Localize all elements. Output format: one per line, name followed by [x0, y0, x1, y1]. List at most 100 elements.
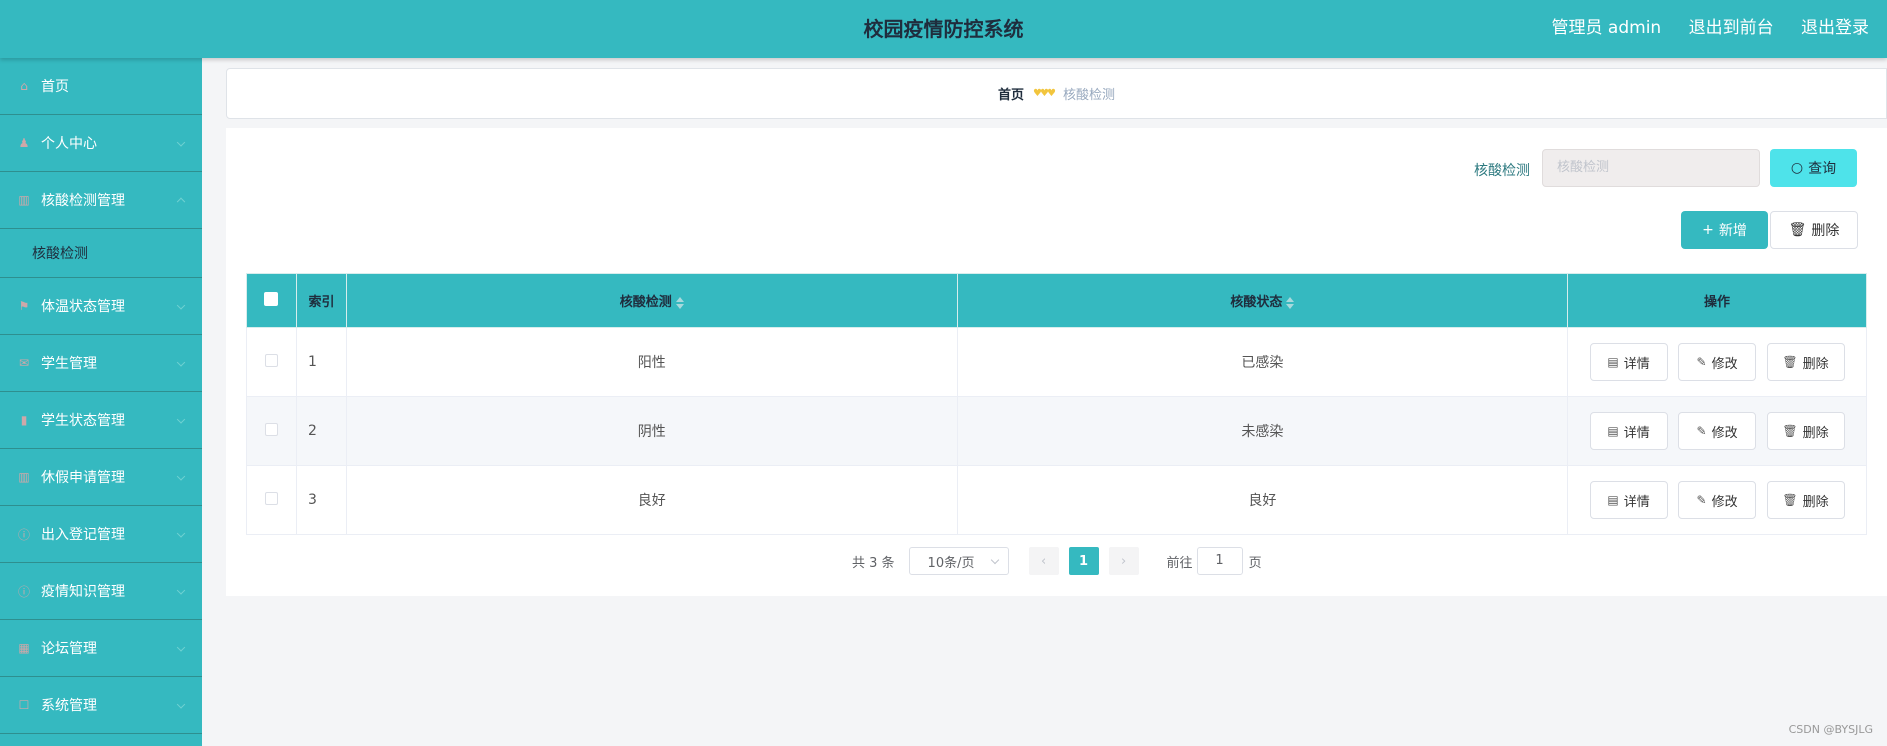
header-status[interactable]: 核酸状态 — [956, 273, 1569, 328]
table-row: 2 阴性 未感染 ▤ 详情 ✎ 修改 🗑 删除 — [246, 396, 1867, 466]
chevron-down-icon — [176, 301, 186, 310]
row-checkbox[interactable] — [264, 491, 278, 505]
delete-button[interactable]: 🗑 删除 — [1766, 481, 1845, 519]
sidebar-item-knowledge-mgmt[interactable]: ⓘ 疫情知识管理 — [0, 563, 202, 620]
document-icon: ▤ — [1607, 355, 1619, 369]
sidebar-item-label: 核酸检测管理 — [41, 193, 125, 209]
detail-button[interactable]: ▤ 详情 — [1589, 343, 1668, 381]
search-label: 核酸检测 — [1474, 163, 1530, 179]
sidebar-item-label: 首页 — [41, 79, 69, 95]
sidebar-item-label: 出入登记管理 — [41, 527, 125, 543]
edit-button[interactable]: ✎ 修改 — [1678, 481, 1757, 519]
sidebar-item-label: 学生管理 — [41, 356, 97, 372]
user-icon: ♟ — [18, 136, 30, 150]
grid-icon: ▦ — [18, 641, 30, 655]
pencil-icon: ✎ — [1696, 424, 1707, 438]
page-number-button[interactable]: 1 — [1068, 547, 1099, 575]
row-index: 3 — [295, 465, 347, 535]
breadcrumb: 首页 ♥♥♥ 核酸检测 — [226, 68, 1887, 119]
chevron-down-icon — [176, 529, 186, 538]
sidebar-item-label: 疫情知识管理 — [41, 584, 125, 600]
trash-icon: 🗑 — [1782, 493, 1798, 507]
select-all-checkbox[interactable] — [264, 291, 279, 306]
pencil-icon: ✎ — [1696, 493, 1707, 507]
next-page-button[interactable]: › — [1108, 547, 1139, 575]
row-status: 良好 — [956, 465, 1569, 535]
trash-icon: 🗑 — [1782, 424, 1798, 438]
header-ops: 操作 — [1567, 273, 1867, 328]
plus-icon: + — [1702, 222, 1714, 238]
sidebar-item-label: 系统管理 — [41, 698, 97, 714]
trash-icon: 🗑 — [1788, 222, 1807, 238]
sidebar-item-profile[interactable]: ♟ 个人中心 — [0, 115, 202, 172]
row-index: 2 — [295, 396, 347, 466]
prev-page-button[interactable]: ‹ — [1028, 547, 1059, 575]
info-icon: ⓘ — [17, 527, 30, 542]
logout-link[interactable]: 退出登录 — [1801, 18, 1869, 38]
bar-chart-icon: ▮ — [20, 413, 28, 427]
info-icon: ⓘ — [17, 584, 30, 599]
chevron-down-icon — [176, 643, 186, 652]
row-test: 良好 — [345, 465, 958, 535]
row-index: 1 — [295, 327, 347, 397]
sidebar-item-student-status-mgmt[interactable]: ▮ 学生状态管理 — [0, 392, 202, 449]
home-icon: ⌂ — [20, 79, 28, 93]
sidebar-item-temperature-mgmt[interactable]: ⚑ 体温状态管理 — [0, 278, 202, 335]
document-icon: ▤ — [1607, 424, 1619, 438]
sidebar-item-student-mgmt[interactable]: ✉ 学生管理 — [0, 335, 202, 392]
chart-icon: ▥ — [18, 193, 30, 207]
edit-button[interactable]: ✎ 修改 — [1678, 343, 1757, 381]
sidebar-item-access-mgmt[interactable]: ⓘ 出入登记管理 — [0, 506, 202, 563]
row-checkbox[interactable] — [264, 422, 278, 436]
batch-delete-button[interactable]: 🗑 删除 — [1770, 211, 1858, 249]
goto-label: 前往 — [1166, 555, 1193, 571]
breadcrumb-home[interactable]: 首页 — [998, 84, 1024, 103]
add-button[interactable]: + 新增 — [1681, 211, 1768, 249]
delete-button[interactable]: 🗑 删除 — [1766, 343, 1845, 381]
table-row: 1 阳性 已感染 ▤ 详情 ✎ 修改 🗑 删除 — [246, 327, 1867, 397]
goto-page-input[interactable]: 1 — [1196, 547, 1243, 575]
chevron-up-icon — [176, 197, 186, 207]
search-icon: ○ — [1790, 160, 1804, 176]
page-size-select[interactable]: 10条/页 — [908, 547, 1009, 575]
chevron-down-icon — [176, 415, 186, 424]
query-button[interactable]: ○ 查询 — [1770, 149, 1857, 187]
row-ops: ▤ 详情 ✎ 修改 🗑 删除 — [1567, 396, 1867, 466]
table-row: 3 良好 良好 ▤ 详情 ✎ 修改 🗑 删除 — [246, 465, 1867, 535]
sidebar-item-forum-mgmt[interactable]: ▦ 论坛管理 — [0, 620, 202, 677]
pagination: 共 3 条 10条/页 ‹ 1 › 前往 1 页 — [852, 547, 1262, 575]
chevron-down-icon — [176, 138, 186, 147]
chevron-down-icon — [176, 586, 186, 595]
sidebar-item-leave-mgmt[interactable]: ▥ 休假申请管理 — [0, 449, 202, 506]
row-status: 已感染 — [956, 327, 1569, 397]
sort-icon[interactable] — [675, 296, 684, 309]
sidebar-item-nucleic-test-mgmt[interactable]: ▥ 核酸检测管理 — [0, 172, 202, 229]
top-bar: 校园疫情防控系统 管理员 admin 退出到前台 退出登录 — [0, 0, 1887, 58]
sidebar-item-home[interactable]: ⌂ 首页 — [0, 58, 202, 115]
delete-button[interactable]: 🗑 删除 — [1766, 412, 1845, 450]
row-test: 阳性 — [345, 327, 958, 397]
detail-button[interactable]: ▤ 详情 — [1589, 481, 1668, 519]
row-test: 阴性 — [345, 396, 958, 466]
detail-button[interactable]: ▤ 详情 — [1589, 412, 1668, 450]
search-input[interactable]: 核酸检测 — [1542, 149, 1760, 187]
goto-suffix: 页 — [1248, 555, 1262, 571]
row-ops: ▤ 详情 ✎ 修改 🗑 删除 — [1567, 327, 1867, 397]
chevron-down-icon — [176, 700, 186, 709]
document-icon: ▤ — [1607, 493, 1619, 507]
select-all-cell — [246, 273, 297, 328]
sidebar-item-system-mgmt[interactable]: ☐ 系统管理 — [0, 677, 202, 734]
back-to-front-link[interactable]: 退出到前台 — [1689, 18, 1774, 38]
flag-icon: ⚑ — [18, 299, 30, 313]
edit-button[interactable]: ✎ 修改 — [1678, 412, 1757, 450]
breadcrumb-current: 核酸检测 — [1062, 88, 1115, 103]
chevron-down-icon — [176, 358, 186, 367]
square-icon: ☐ — [18, 698, 30, 712]
sidebar-item-label: 体温状态管理 — [41, 299, 125, 315]
sort-icon[interactable] — [1286, 296, 1295, 309]
trash-icon: 🗑 — [1782, 355, 1798, 369]
sidebar-item-label: 个人中心 — [41, 136, 97, 152]
header-test[interactable]: 核酸检测 — [345, 273, 958, 328]
submenu-item-nucleic-test[interactable]: 核酸检测 — [0, 229, 202, 278]
row-checkbox[interactable] — [264, 353, 278, 367]
